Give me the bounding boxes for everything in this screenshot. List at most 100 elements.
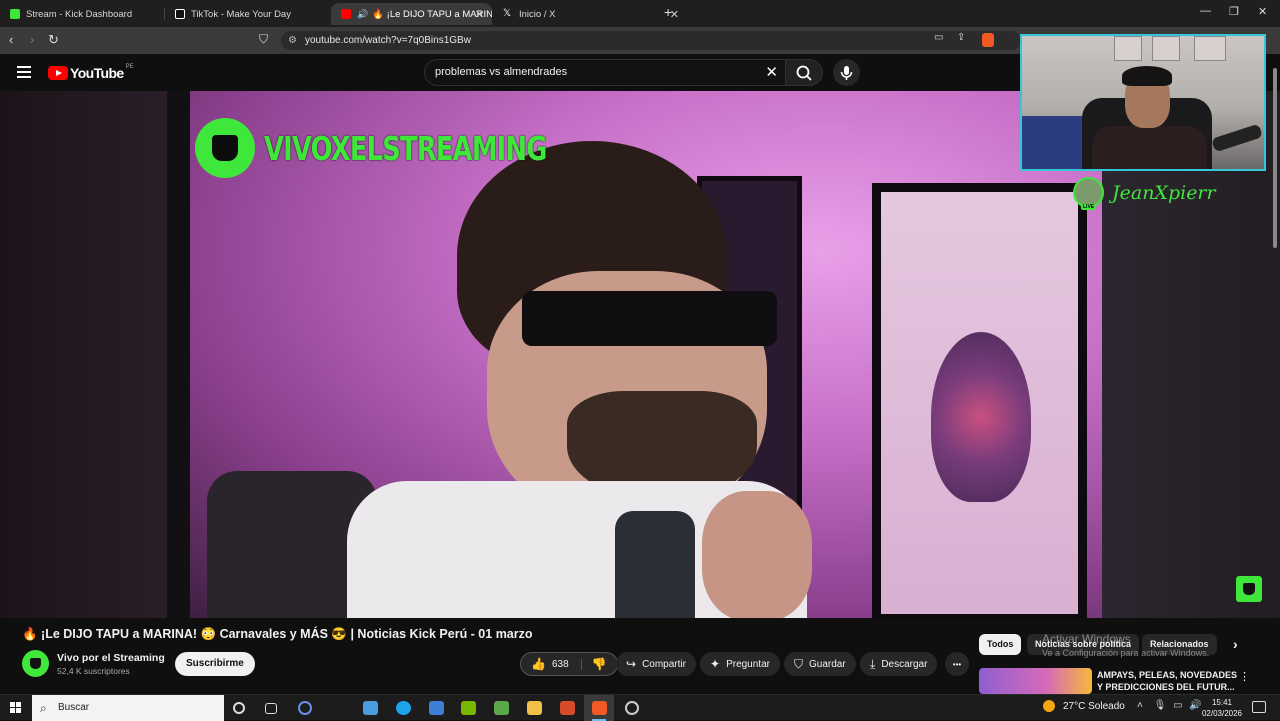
recommended-title[interactable]: AMPAYS, PELEAS, NOVEDADES Y PREDICCIONES… [1097, 669, 1237, 693]
brand-logo-icon [195, 118, 255, 178]
x-logo-icon: 𝕏 [503, 8, 512, 19]
notifications-icon[interactable] [1252, 701, 1266, 713]
file-explorer-icon[interactable] [527, 701, 542, 715]
url-field[interactable]: ⚙ youtube.com/watch?v=7q0Bins1GBw [281, 31, 1021, 50]
close-tab-icon[interactable]: ✕ [475, 8, 484, 21]
app-icon[interactable] [560, 701, 575, 715]
activate-windows-hint: Ve a Configuración para activar Windows. [1042, 648, 1210, 658]
tab-youtube-video[interactable]: 🔊 🔥 ¡Le DIJO TAPU a MARINA! ✕ [331, 3, 492, 25]
mic-tray-icon[interactable]: 🎙 [1154, 700, 1167, 711]
task-view-icon[interactable] [265, 703, 277, 714]
microphone-icon [840, 66, 853, 80]
windows-start-icon[interactable] [10, 702, 22, 714]
page-scrollbar[interactable] [1271, 54, 1279, 254]
hamburger-menu-icon[interactable] [17, 66, 31, 78]
sparkle-icon: ✦ [710, 657, 721, 671]
search-input[interactable]: problemas vs almendrades ✕ [424, 59, 788, 86]
spade-art [931, 332, 1031, 502]
tab-kick-dashboard[interactable]: Stream - Kick Dashboard [0, 3, 165, 25]
sun-icon [1043, 700, 1055, 712]
edge-icon[interactable] [396, 701, 411, 715]
youtube-play-icon [48, 66, 68, 80]
wall-poster [1152, 36, 1180, 61]
site-info-icon[interactable]: ⚙ [288, 31, 297, 50]
new-tab-button[interactable]: + [664, 4, 672, 20]
brand-name: VIVOXELSTREAMING [264, 128, 547, 168]
more-actions-button[interactable]: ••• [945, 652, 969, 676]
scene-edge [167, 91, 190, 618]
like-count[interactable]: 638 [552, 658, 582, 670]
share-icon: ↪ [626, 657, 637, 671]
youtube-logo[interactable]: YouTube PE [48, 64, 134, 81]
channel-name[interactable]: Vivo por el Streaming [57, 652, 165, 664]
dislike-icon[interactable]: 👎 [592, 657, 607, 671]
streamer-tag: LIVE JeanXpierr [1073, 177, 1216, 210]
download-icon: ⤓ [870, 656, 876, 671]
taskbar-clock[interactable]: 15:41 02/03/2026 [1200, 697, 1244, 719]
live-badge: LIVE [1081, 204, 1097, 210]
youtube-icon [341, 9, 351, 19]
chevron-right-icon[interactable]: › [1225, 634, 1246, 655]
download-button[interactable]: ⤓ Descargar [860, 652, 938, 676]
back-icon[interactable]: ‹ [9, 32, 13, 47]
ask-button[interactable]: ✦ Preguntar [700, 652, 780, 676]
browser-tab-strip: Stream - Kick Dashboard TikTok - Make Yo… [0, 0, 1280, 27]
mail-icon[interactable] [429, 701, 444, 715]
chip-todos[interactable]: Todos [979, 634, 1022, 655]
ace-of-spades-poster [872, 183, 1087, 618]
activate-windows-watermark: Activar Windows [1042, 632, 1131, 646]
person-hair [1122, 66, 1172, 86]
taskbar-search-input[interactable]: ⌕ Buscar [32, 695, 224, 721]
system-tray[interactable]: ˄ 🎙 ▭ 🔊 [1137, 700, 1202, 711]
windows-taskbar: ⌕ Buscar 27°C Soleado ˄ 🎙 ▭ 🔊 15:41 02/0… [0, 694, 1280, 721]
video-title: 🔥 ¡Le DIJO TAPU a MARINA! 😳 Carnavales y… [22, 627, 533, 641]
weather-widget[interactable]: 27°C Soleado [1043, 700, 1125, 712]
recommended-title-line: Y PREDICCIONES DEL FUTUR... [1097, 682, 1235, 692]
chevron-up-icon[interactable]: ˄ [1137, 700, 1143, 711]
sunglasses [522, 291, 777, 346]
brave-icon[interactable] [592, 701, 607, 715]
channel-info[interactable]: Vivo por el Streaming 52,4 K suscriptore… [22, 650, 165, 677]
tab-title: TikTok - Make Your Day [191, 8, 291, 20]
cast-icon[interactable]: ▭ [934, 32, 943, 43]
bookmark-icon[interactable]: ⛉ [259, 32, 268, 47]
channel-avatar[interactable] [22, 650, 49, 677]
streamer-avatar: LIVE [1073, 177, 1104, 210]
recommended-video[interactable]: AMPAYS, PELEAS, NOVEDADES Y PREDICCIONES… [979, 668, 1279, 694]
speedometer-icon[interactable] [298, 701, 312, 715]
logo-text: YouTube [70, 65, 124, 81]
person-body [1092, 126, 1207, 169]
reload-icon[interactable]: ↻ [48, 32, 59, 48]
save-button[interactable]: ⛉ Guardar [784, 652, 856, 676]
kick-icon [10, 9, 20, 19]
tab-tiktok[interactable]: TikTok - Make Your Day [165, 3, 330, 25]
download-label: Descargar [881, 658, 928, 670]
minimize-icon[interactable]: — [1200, 5, 1211, 17]
forward-icon[interactable]: › [30, 32, 34, 47]
store-icon[interactable] [363, 701, 378, 715]
brave-shield-icon[interactable] [982, 33, 994, 47]
obs-icon[interactable] [625, 701, 639, 715]
kick-logo-icon [1236, 576, 1262, 602]
wall-poster [1114, 36, 1142, 61]
more-options-icon[interactable]: ⋮ [1239, 670, 1250, 683]
nvidia-icon[interactable] [461, 701, 476, 715]
close-window-icon[interactable]: ✕ [1258, 5, 1267, 18]
cortana-icon[interactable] [233, 702, 245, 714]
share-page-icon[interactable]: ⇪ [957, 32, 965, 43]
microphone-arm [1211, 123, 1263, 153]
subscribe-button[interactable]: Suscribirme [175, 652, 255, 676]
recommended-thumbnail[interactable] [979, 668, 1092, 694]
voice-search-button[interactable] [833, 59, 860, 86]
share-button[interactable]: ↪ Compartir [616, 652, 696, 676]
tab-x[interactable]: 𝕏 Inicio / X ✕ [493, 3, 687, 25]
like-icon[interactable]: 👍 [531, 657, 546, 671]
network-icon[interactable]: ▭ [1173, 700, 1182, 711]
speaker-icon: 🔊 [357, 8, 369, 19]
maximize-icon[interactable]: ❐ [1229, 5, 1239, 18]
game-icon[interactable] [494, 701, 509, 715]
url-text: youtube.com/watch?v=7q0Bins1GBw [305, 35, 471, 46]
search-button[interactable] [785, 59, 823, 86]
ask-label: Preguntar [726, 658, 770, 670]
clear-search-icon[interactable]: ✕ [765, 60, 778, 85]
